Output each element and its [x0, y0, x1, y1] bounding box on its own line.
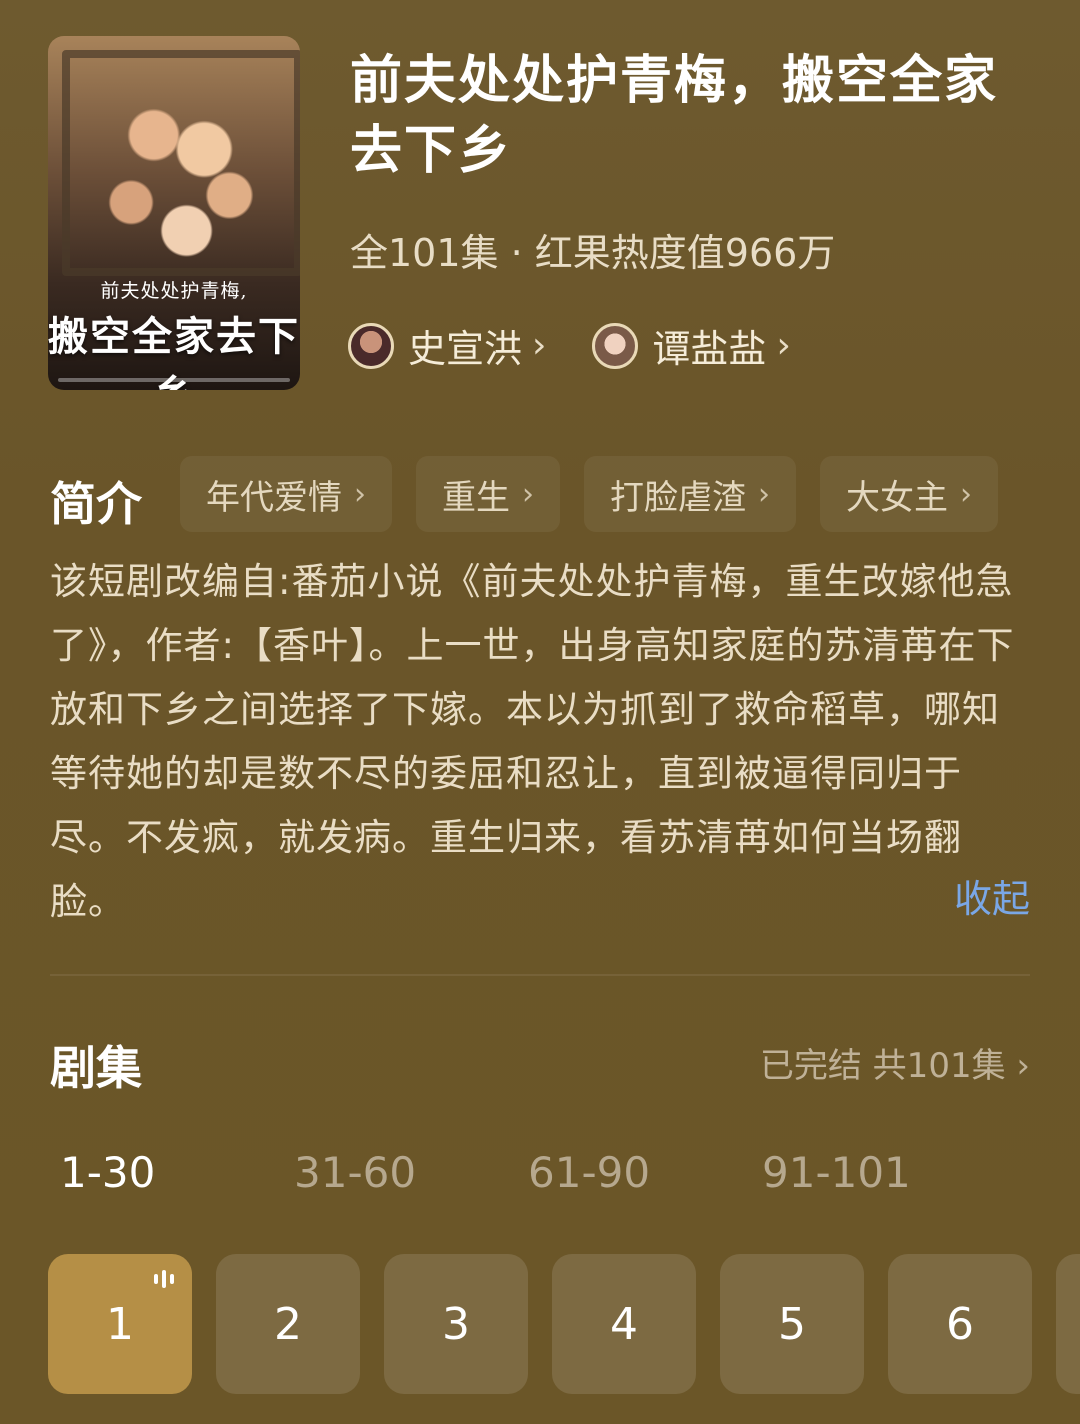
tag-label: 打脸虐渣: [610, 477, 746, 518]
poster-credits-line: [58, 378, 290, 382]
tag-list: 年代爱情 › 重生 › 打脸虐渣 › 大女主 ›: [180, 456, 998, 532]
chevron-right-icon: ›: [758, 476, 770, 512]
episode-number: 1: [106, 1298, 134, 1350]
episode-number: 4: [610, 1298, 638, 1350]
tab-range-1[interactable]: 1-30: [60, 1148, 294, 1197]
avatar: [592, 322, 639, 369]
chevron-right-icon: ›: [776, 325, 791, 366]
divider: [50, 974, 1030, 976]
synopsis-text: 该短剧改编自:番茄小说《前夫处处护青梅，重生改嫁他急了》，作者:【香叶】。上一世…: [50, 560, 1015, 923]
episode-tile[interactable]: 3: [384, 1254, 528, 1394]
tag-chip[interactable]: 重生 ›: [416, 456, 560, 532]
tab-range-3[interactable]: 61-90: [528, 1148, 762, 1197]
episode-number: 5: [778, 1298, 806, 1350]
episode-tile[interactable]: 2: [216, 1254, 360, 1394]
episode-number: 6: [946, 1298, 974, 1350]
episode-grid: 1 2 3 4 5 6: [48, 1254, 1080, 1394]
episode-tile-next[interactable]: [1056, 1254, 1080, 1394]
episodes-status-link[interactable]: 已完结 共101集 ›: [760, 1038, 1030, 1087]
poster-window-frame: [62, 50, 300, 276]
chevron-right-icon: ›: [354, 476, 366, 512]
drama-poster: 前夫处处护青梅, 搬空全家去下乡: [48, 36, 300, 390]
episodes-heading: 剧集: [50, 1041, 142, 1095]
tag-label: 年代爱情: [206, 477, 342, 518]
episode-tile[interactable]: 6: [888, 1254, 1032, 1394]
tag-label: 重生: [442, 477, 510, 518]
episode-number: 3: [442, 1298, 470, 1350]
episode-tile[interactable]: 4: [552, 1254, 696, 1394]
tab-range-2[interactable]: 31-60: [294, 1148, 528, 1197]
chevron-right-icon: ›: [960, 476, 972, 512]
cast-list: 史宣洪 › 谭盐盐 ›: [348, 318, 791, 373]
chevron-right-icon: ›: [1016, 1046, 1030, 1086]
tab-range-4[interactable]: 91-101: [762, 1148, 996, 1197]
episode-number: 2: [274, 1298, 302, 1350]
collapse-button[interactable]: 收起: [954, 868, 1030, 923]
cast-name: 史宣洪: [408, 327, 523, 371]
cast-name: 谭盐盐: [652, 327, 767, 371]
episode-tile[interactable]: 1: [48, 1254, 192, 1394]
chevron-right-icon: ›: [522, 476, 534, 512]
chevron-right-icon: ›: [532, 325, 547, 366]
avatar: [348, 322, 394, 369]
tag-chip[interactable]: 年代爱情 ›: [180, 456, 392, 532]
tag-chip[interactable]: 打脸虐渣 ›: [584, 456, 796, 532]
tag-label: 大女主: [846, 477, 948, 518]
episode-tile[interactable]: 5: [720, 1254, 864, 1394]
cast-item-1[interactable]: 史宣洪 ›: [348, 318, 546, 373]
drama-title: 前夫处处护青梅，搬空全家去下乡: [350, 51, 999, 181]
episodes-status: 已完结 共101集: [759, 1046, 1006, 1086]
cast-item-2[interactable]: 谭盐盐 ›: [592, 318, 791, 373]
playing-icon: [154, 1270, 174, 1288]
episode-range-tabs: 1-30 31-60 61-90 91-101: [60, 1148, 996, 1197]
poster-subtitle: 前夫处处护青梅,: [100, 280, 248, 302]
drama-meta: 全101集 · 红果热度值966万: [350, 231, 836, 275]
intro-heading: 简介: [50, 477, 142, 531]
tag-chip[interactable]: 大女主 ›: [820, 456, 998, 532]
